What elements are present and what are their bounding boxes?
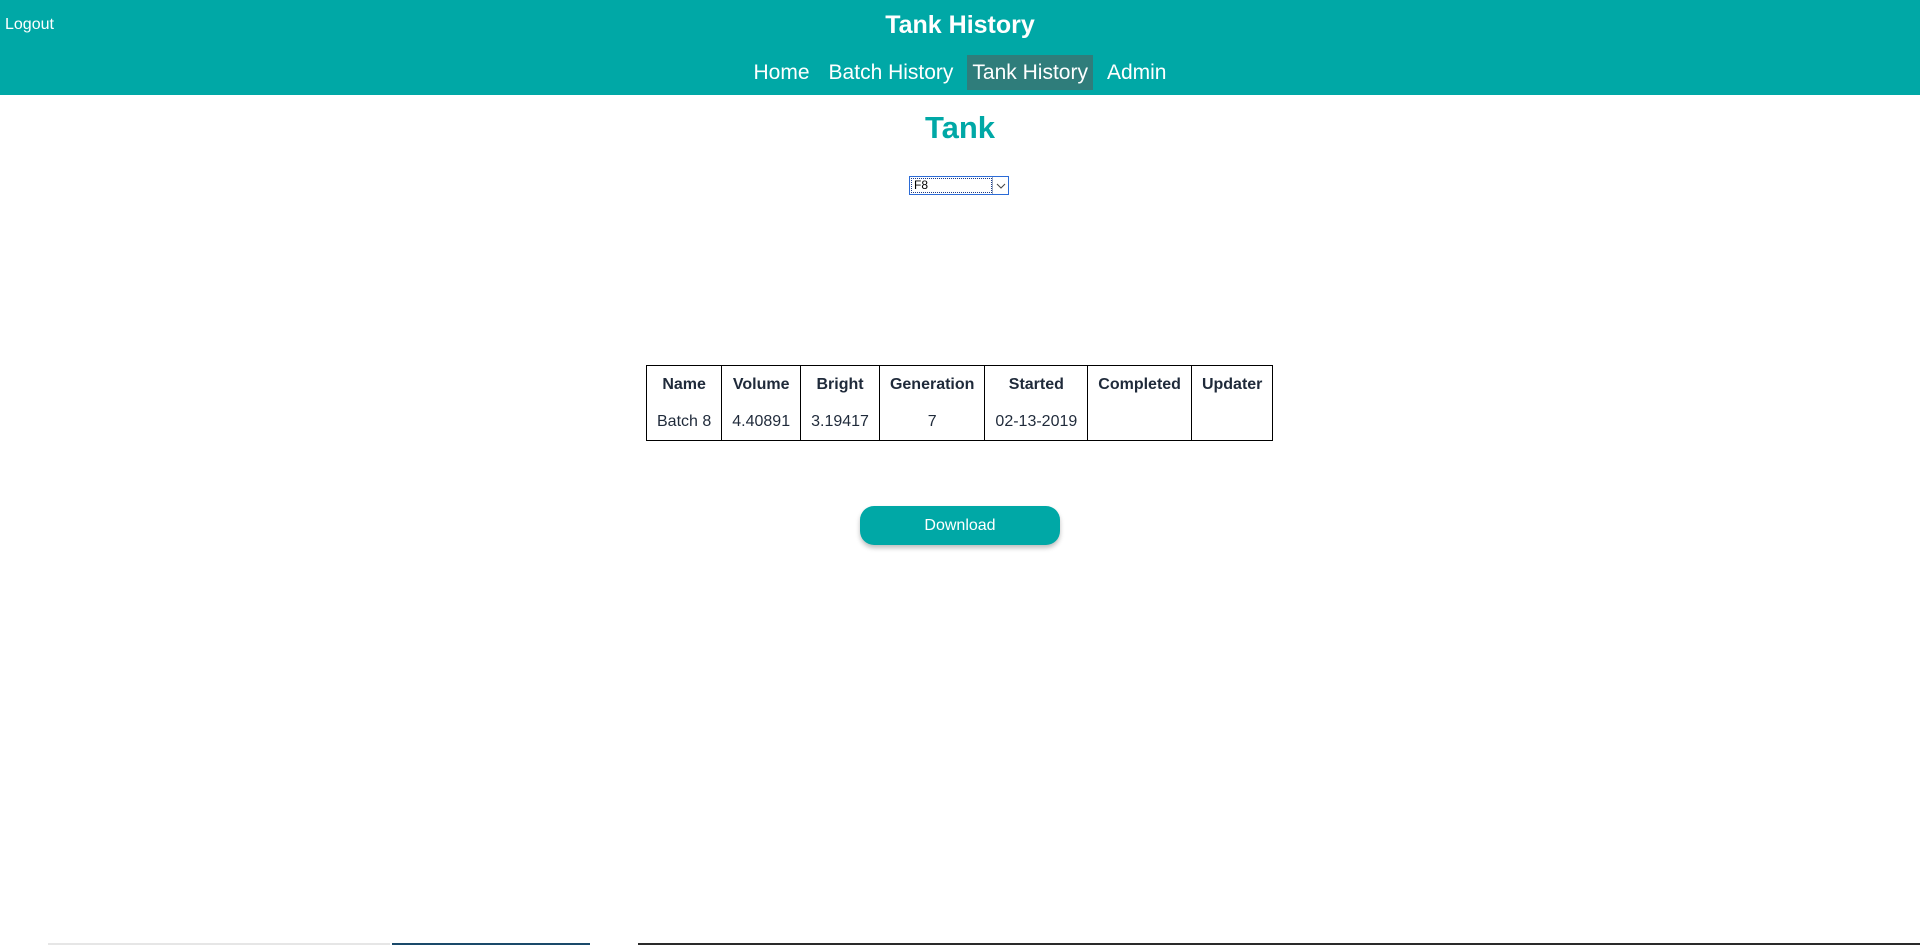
column-header-bright: Bright xyxy=(800,365,880,404)
column-header-started: Started xyxy=(984,365,1089,404)
tank-select[interactable]: F8 xyxy=(909,176,1009,195)
column-header-name: Name xyxy=(645,365,723,404)
tank-history-table: Name Volume Bright Generation Started Co… xyxy=(645,365,1274,441)
top-header: Logout Tank History Home Batch History T… xyxy=(0,0,1920,95)
column-header-completed: Completed xyxy=(1087,365,1192,404)
nav-item-tank-history[interactable]: Tank History xyxy=(967,55,1093,90)
table-header-row: Name Volume Bright Generation Started Co… xyxy=(645,365,1274,404)
cell-volume: 4.40891 xyxy=(721,404,802,441)
table-row: Batch 8 4.40891 3.19417 7 02-13-2019 xyxy=(645,404,1274,441)
column-header-volume: Volume xyxy=(721,365,802,404)
cell-updater xyxy=(1190,404,1274,441)
download-button[interactable]: Download xyxy=(860,506,1060,545)
chevron-down-icon[interactable] xyxy=(992,177,1008,194)
cell-completed xyxy=(1087,404,1192,441)
cell-name: Batch 8 xyxy=(645,404,723,441)
page-title: Tank xyxy=(924,110,996,145)
app-title: Tank History xyxy=(885,11,1035,39)
column-header-updater: Updater xyxy=(1190,365,1274,404)
nav-item-home[interactable]: Home xyxy=(749,55,815,90)
column-header-generation: Generation xyxy=(878,365,986,404)
nav-item-batch-history[interactable]: Batch History xyxy=(824,55,959,90)
tank-select-value[interactable]: F8 xyxy=(911,178,992,193)
nav-item-admin[interactable]: Admin xyxy=(1102,55,1172,90)
cell-generation: 7 xyxy=(878,404,986,441)
main-nav: Home Batch History Tank History Admin xyxy=(0,55,1920,90)
cell-bright: 3.19417 xyxy=(800,404,880,441)
cell-started: 02-13-2019 xyxy=(984,404,1089,441)
